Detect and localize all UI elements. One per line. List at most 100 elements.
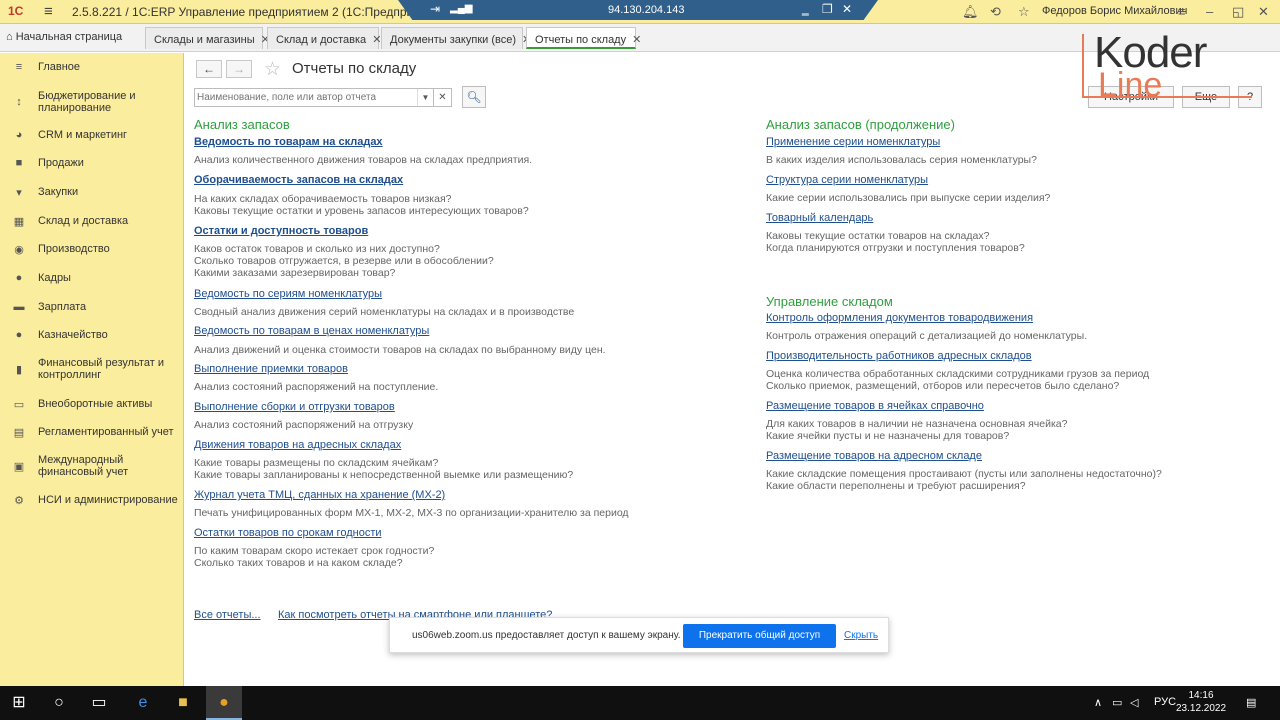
doc-icon: ▤ [13,426,25,439]
sidebar-item-purchases[interactable]: ▾ Закупки [0,184,184,200]
sidebar-item-finresult[interactable]: ▮ Финансовый результат и контроллинг [0,356,184,382]
report-desc: Какие товары запланированы к непосредств… [194,469,574,481]
chevron-down-icon[interactable]: ▼ [417,89,433,106]
tab-warehouse-delivery[interactable]: Склад и доставка ✕ [267,27,381,49]
sidebar-item-ifrs[interactable]: ▣ Международный финансовый учет [0,453,184,479]
report-link[interactable]: Движения товаров на адресных складах [194,439,401,451]
history-icon[interactable]: ⟲ [990,4,1001,20]
report-desc: Какие серии использовались при выпуске с… [766,192,1051,204]
sidebar-item-crm[interactable]: ◕ CRM и маркетинг [0,127,184,143]
sidebar-item-budget[interactable]: ↕ Бюджетирование и планирование [0,89,184,115]
sidebar-item-salary[interactable]: ▬ Зарплата [0,299,184,315]
budget-icon: ↕ [16,96,22,108]
sidebar-item-sales[interactable]: ■ Продажи [0,155,184,171]
sidebar-item-main[interactable]: ≡ Главное [0,59,184,75]
forward-button[interactable]: → [226,60,252,78]
pin-icon[interactable]: ⇥ [430,2,440,16]
tab-purchase-docs[interactable]: Документы закупки (все)✕ [381,27,531,49]
chevron-up-icon[interactable]: ∧ [1094,696,1102,709]
section-title-stock-analysis: Анализ запасов [194,117,290,132]
restore-icon[interactable]: ❐ [822,2,833,16]
sidebar-item-production[interactable]: ◉ Производство [0,241,184,257]
report-desc: Каковы текущие остатки и уровень запасов… [194,205,529,217]
window-close-icon[interactable]: ✕ [1258,4,1269,20]
window-title: 2.5.8.221 / 1С:ERP Управление предприяти… [72,5,443,19]
section-title-warehouse-management: Управление складом [766,294,893,309]
search-icon[interactable]: ○ [48,692,70,714]
report-desc: Сколько товаров отгружается, в резерве и… [194,255,494,267]
report-desc: Анализ движений и оценка стоимости товар… [194,344,606,356]
report-link[interactable]: Производительность работников адресных с… [766,350,1032,362]
report-desc: В каких изделия использовалась серия ном… [766,154,1037,166]
tab-home[interactable]: ⌂ Начальная страница [6,31,122,43]
report-desc: На каких складах оборачиваемость товаров… [194,193,452,205]
speaker-icon[interactable]: ◁ [1130,696,1138,709]
main-menu-icon[interactable]: ≡ [44,3,53,20]
clock[interactable]: 14:16 23.12.2022 [1176,689,1226,715]
language-indicator[interactable]: РУС [1154,696,1176,708]
search-button[interactable]: 🔍︎ [462,86,486,108]
report-link[interactable]: Остатки товаров по срокам годности [194,527,382,539]
settings-menu-icon[interactable]: ≡ [1178,4,1186,19]
folder-icon[interactable]: ■ [172,692,194,714]
close-icon[interactable]: ✕ [632,34,641,46]
report-link[interactable]: Остатки и доступность товаров [194,225,368,237]
clock-date: 23.12.2022 [1176,703,1227,714]
report-link[interactable]: Товарный календарь [766,212,873,224]
sidebar-item-hr[interactable]: ● Кадры [0,270,184,286]
report-link[interactable]: Выполнение сборки и отгрузки товаров [194,401,395,413]
clock-time: 14:16 [1188,690,1214,701]
home-icon: ⌂ [6,31,13,43]
report-link[interactable]: Оборачиваемость запасов на складах [194,174,403,186]
window-minimize-icon[interactable]: – [1206,4,1213,19]
network-icon[interactable]: ▭ [1112,696,1122,709]
notifications-icon[interactable]: ▤ [1246,696,1256,709]
report-link[interactable]: Структура серии номенклатуры [766,174,928,186]
minimize-icon[interactable]: ‗ [802,2,809,16]
arrow-right-icon: → [233,62,245,76]
share-message: us06web.zoom.us предоставляет доступ к в… [412,630,681,641]
sidebar-item-warehouse[interactable]: ▦ Склад и доставка [0,213,184,229]
stop-sharing-button[interactable]: Прекратить общий доступ [683,624,836,648]
window-restore-icon[interactable]: ◱ [1232,4,1244,20]
report-desc: Сколько приемок, размещений, отборов или… [766,380,1120,392]
report-link[interactable]: Ведомость по товарам на складах [194,136,383,148]
report-link[interactable]: Контроль оформления документов товародви… [766,312,1033,324]
report-link[interactable]: Размещение товаров на адресном складе [766,450,982,462]
page-title: Отчеты по складу [292,60,417,77]
bell-icon[interactable]: 🔔︎ [962,4,979,20]
sidebar-item-regulated[interactable]: ▤ Регламентированный учет [0,424,184,440]
report-link[interactable]: Размещение товаров в ячейках справочно [766,400,984,412]
report-link[interactable]: Выполнение приемки товаров [194,363,348,375]
windows-start-icon[interactable]: ⊞ [8,692,30,714]
report-link[interactable]: Применение серии номенклатуры [766,136,940,148]
report-link[interactable]: Журнал учета ТМЦ, сданных на хранение (М… [194,489,445,501]
user-name[interactable]: Федоров Борис Михайлович [1042,5,1187,17]
tab-warehouse-reports[interactable]: Отчеты по складу ✕ [526,27,641,49]
wallet-icon: ▬ [13,301,25,313]
search-field[interactable]: ▼ [194,88,434,107]
search-icon: 🔍︎ [466,90,482,104]
all-reports-link[interactable]: Все отчеты... [194,609,261,621]
sidebar-item-treasury[interactable]: ● Казначейство [0,327,184,343]
close-icon[interactable]: ✕ [842,2,852,16]
remote-session-bar: ⇥ ▂▄▆ 94.130.204.143 ‗ ❐ ✕ [398,0,878,20]
tab-warehouses-stores[interactable]: Склады и магазины ✕ [145,27,270,49]
clear-icon[interactable]: ✕ [434,88,452,107]
report-desc: Сводный анализ движения серий номенклату… [194,306,575,318]
hide-link[interactable]: Скрыть [844,630,878,641]
sidebar-item-admin[interactable]: ⚙ НСИ и администрирование [0,492,184,508]
sidebar-item-fixed-assets[interactable]: ▭ Внеоборотные активы [0,396,184,412]
report-link[interactable]: Ведомость по сериям номенклатуры [194,288,382,300]
star-icon[interactable]: ☆ [1018,4,1030,20]
koderline-logo: Koder Line [1076,28,1258,104]
task-view-icon[interactable]: ▭ [88,692,110,714]
back-button[interactable]: ← [196,60,222,78]
1c-app-icon[interactable]: ● [213,692,235,714]
ie-icon[interactable]: e [132,692,154,714]
favorite-star-icon[interactable]: ☆ [264,58,281,81]
report-link[interactable]: Ведомость по товарам в ценах номенклатур… [194,325,429,337]
report-desc: Для каких товаров в наличии не назначена… [766,418,1068,430]
report-desc: Какими заказами зарезервирован товар? [194,267,396,279]
search-input[interactable] [195,89,417,106]
